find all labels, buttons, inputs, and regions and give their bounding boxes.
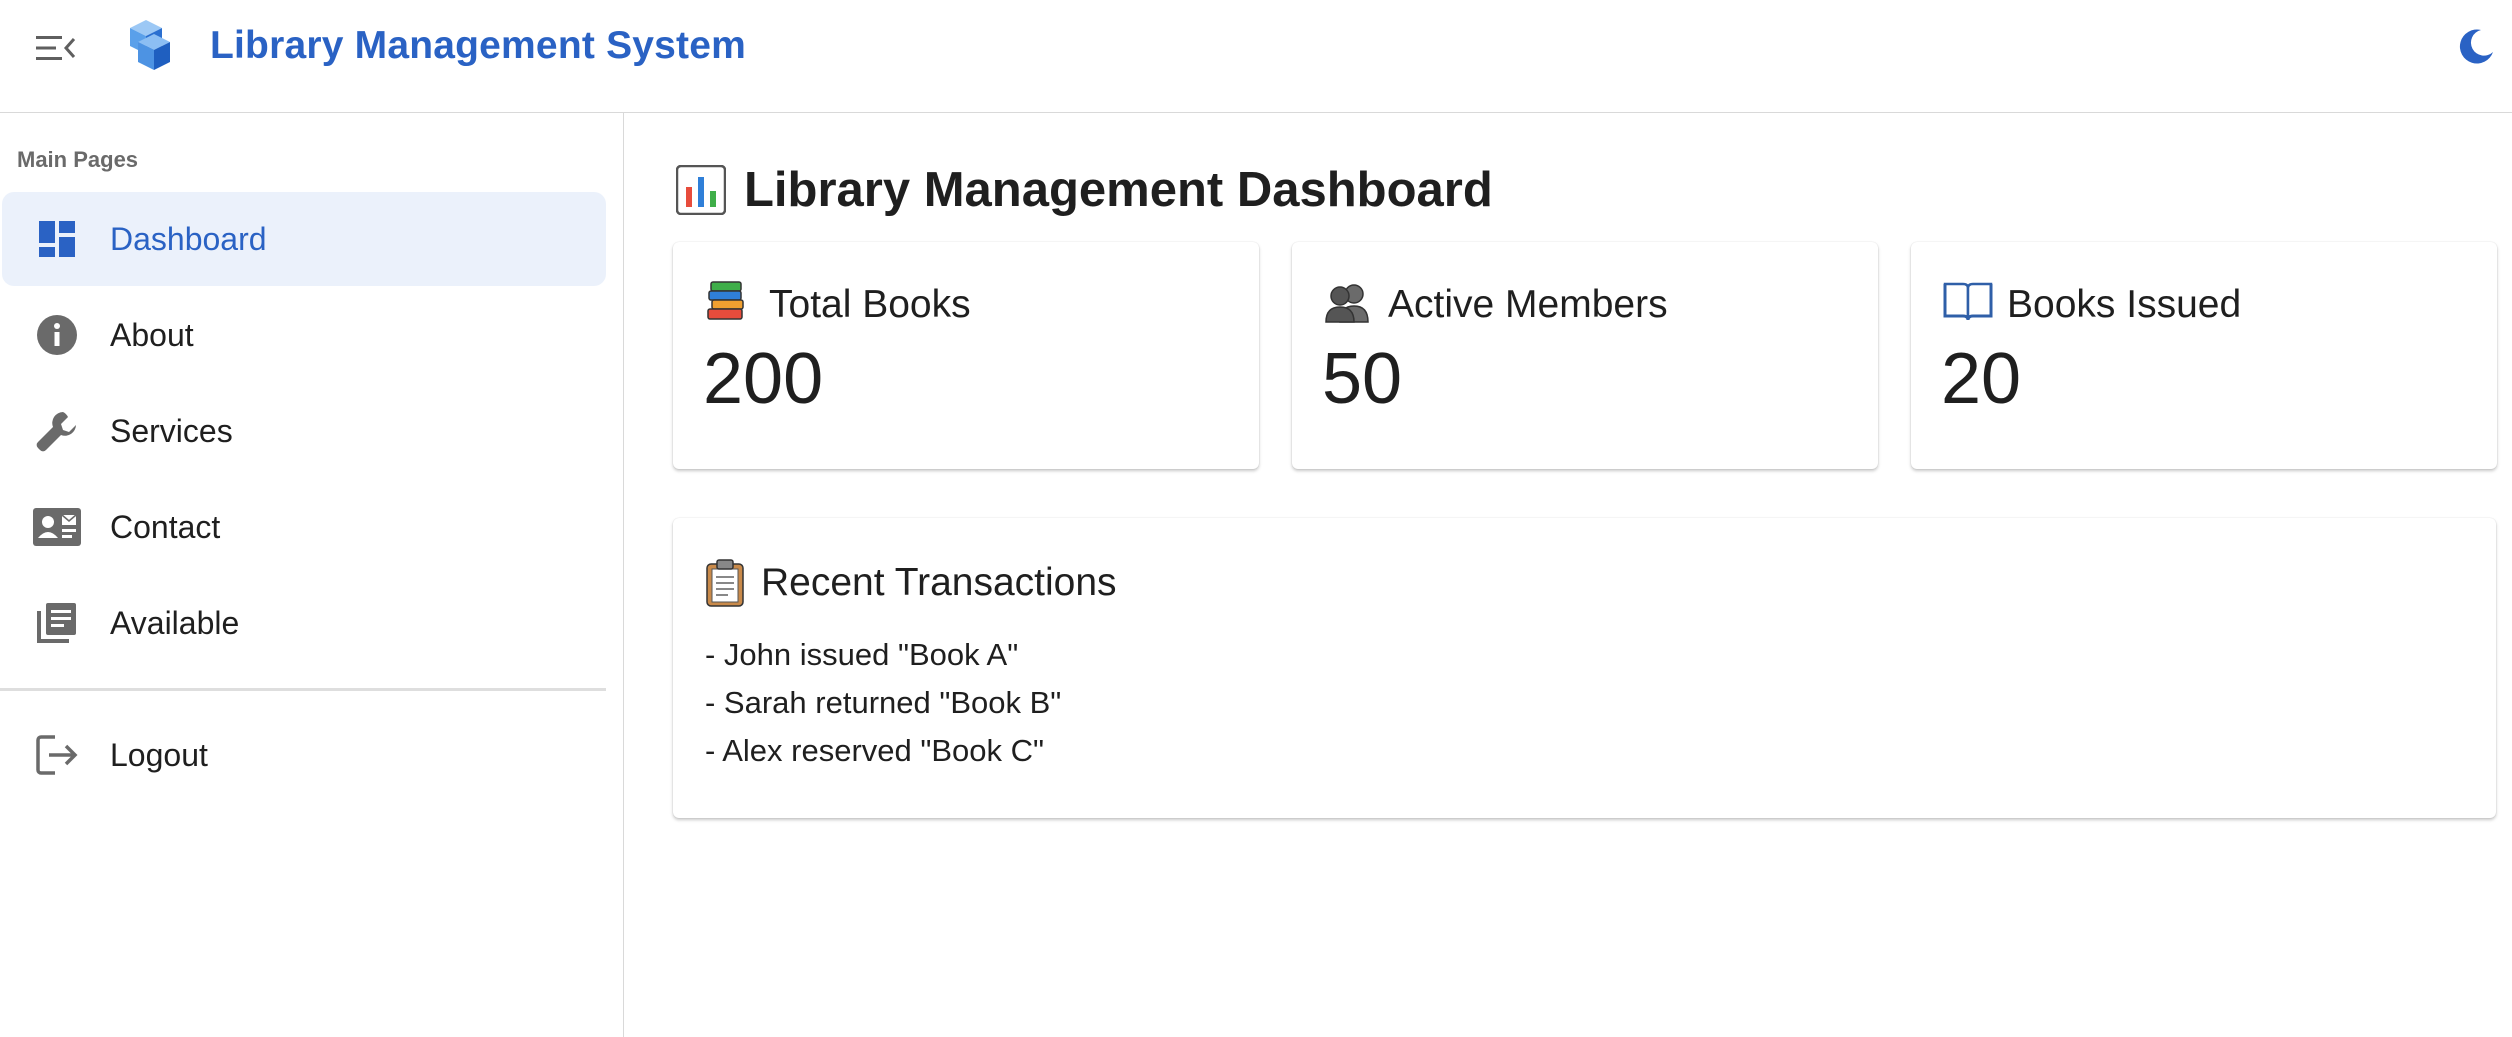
sidebar-item-logout[interactable]: Logout — [2, 708, 606, 802]
stat-card-title: Books Issued — [2007, 283, 2242, 326]
app-title: Library Management System — [210, 24, 747, 67]
page-header: Library Management Dashboard — [675, 160, 1493, 220]
list-item: - John issued "Book A" — [705, 637, 1019, 672]
transactions-header: Recent Transactions — [705, 558, 1117, 608]
sidebar-item-contact[interactable]: Contact — [2, 480, 606, 574]
stat-card-active-members: Active Members 50 — [1292, 242, 1878, 469]
sidebar-item-label: Contact — [110, 509, 221, 545]
sidebar-item-services[interactable]: Services — [2, 384, 606, 478]
clipboard-emoji — [705, 558, 749, 608]
sidebar-item-label: About — [110, 317, 194, 353]
stat-card-title: Active Members — [1388, 283, 1668, 326]
stat-card-header: Total Books — [705, 280, 971, 330]
sidebar-divider — [0, 688, 606, 691]
sidebar-item-label: Available — [110, 605, 240, 641]
transactions-list: - John issued "Book A" - Sarah returned … — [705, 631, 1061, 775]
wrench-icon — [32, 407, 82, 455]
stat-card-header: Active Members — [1324, 280, 1668, 330]
bar-chart-emoji — [675, 164, 727, 216]
page-title: Library Management Dashboard — [744, 163, 1493, 217]
open-book-emoji — [1943, 280, 1993, 330]
stat-value: 50 — [1322, 339, 1403, 419]
sidebar-item-label: Dashboard — [110, 221, 267, 257]
stat-card-books-issued: Books Issued 20 — [1911, 242, 2497, 469]
dashboard-icon — [32, 215, 82, 263]
stat-card-total-books: Total Books 200 — [673, 242, 1259, 469]
top-app-bar: Library Management System — [0, 0, 2512, 113]
library-books-icon — [32, 599, 82, 647]
stat-value: 20 — [1941, 339, 2022, 419]
moon-icon[interactable] — [2454, 25, 2498, 69]
sidebar-item-label: Logout — [110, 737, 208, 773]
cube-stack-logo — [124, 14, 176, 74]
stat-value: 200 — [703, 339, 824, 419]
sidebar-item-label: Services — [110, 413, 233, 449]
sidebar-section-label: Main Pages — [17, 147, 139, 172]
sidebar-item-available[interactable]: Available — [2, 576, 606, 670]
sidebar-item-about[interactable]: About — [2, 288, 606, 382]
info-icon — [32, 311, 82, 359]
recent-transactions-card: Recent Transactions - John issued "Book … — [673, 518, 2496, 818]
sidebar: Main Pages Dashboard About Services Cont… — [0, 113, 624, 1037]
menu-collapse-icon[interactable] — [30, 28, 82, 68]
list-item: - Sarah returned "Book B" — [705, 685, 1062, 720]
transactions-title: Recent Transactions — [761, 561, 1117, 604]
books-emoji — [705, 280, 755, 330]
contact-card-icon — [32, 503, 82, 551]
stat-card-header: Books Issued — [1943, 280, 2241, 330]
logout-icon — [32, 731, 82, 779]
people-emoji — [1324, 280, 1374, 330]
stat-card-title: Total Books — [769, 283, 971, 326]
sidebar-item-dashboard[interactable]: Dashboard — [2, 192, 606, 286]
list-item: - Alex reserved "Book C" — [705, 733, 1045, 768]
